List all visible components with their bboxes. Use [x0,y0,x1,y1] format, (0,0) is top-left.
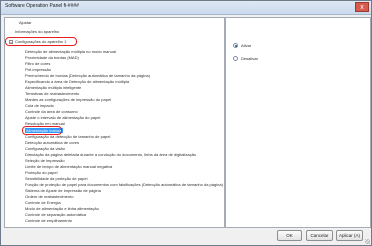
tree-item[interactable]: Controle de empilhamento [25,218,72,223]
tree-item-label: Cola de impacto [25,103,54,108]
tree-item[interactable]: Detecção de alimentação múltipla no modo… [25,49,116,54]
tree-item-label: Sistema de Ajuste de impressão de página [25,188,101,193]
tree-item-label: Ajuste o intervalo de alimentação do pap… [25,115,101,120]
tree-item[interactable]: Função de proteção de papel para documen… [25,182,223,187]
options-panel: Ativar Desativar [225,17,371,228]
tree-item-label: Limite de tempo de alimentação manual ne… [25,164,113,169]
tree-item-label: Alimentação múltipla inteligente [25,85,82,90]
tree-item[interactable]: Controle de separação automática [25,212,86,217]
tree-item[interactable]: Proximidade da bordas (MAD) [25,55,79,60]
tree-item-label: Controle de Energia [25,200,61,205]
tree-item[interactable]: Cola de impacto [25,103,54,108]
tree-item[interactable]: Tentativas de reabastecimento [25,91,79,96]
tree-item-label: Detecção automática de cores [25,140,80,145]
tree-item[interactable]: Proteção do papel [25,170,57,175]
tree-item[interactable]: Especificando a área de Detecção de alim… [25,79,129,84]
tree-item[interactable]: Modo de alimentação e linha alimentação [25,206,99,211]
tree-item[interactable]: Informações do aparelho [15,29,59,34]
tree-item-label: Proteção do papel [25,170,58,175]
tree-item-label: Informações do aparelho [15,29,60,34]
tree-item-label: Mantes as configurações de impressão do … [25,97,112,102]
tree-item-label: Filtro de cores [25,61,51,66]
tree-item-label: Seleção de impressão [25,158,65,163]
tree-item[interactable]: Controle de Energia [25,200,61,205]
tree-item-label: Detecção de alimentação múltipla no modo… [25,49,116,54]
tree-item-label: Especificando a área de Detecção de alim… [25,79,130,84]
enable-radio[interactable] [233,43,238,48]
tree-item[interactable]: Seleção de impressão [25,158,65,163]
apply-button[interactable]: Aplicar (A) [336,230,363,241]
tree-item[interactable]: Sistema de Ajuste de impressão de página [25,188,101,193]
tree-item-label: Ordem de reabastecimento [25,194,74,199]
tree-item-label: Preenchendo de bordas (Detecção automáti… [25,73,150,78]
tree-item-label: Controle de separação automática [25,212,87,217]
tree-item[interactable]: Limite de tempo de alimentação manual ne… [25,164,112,169]
window-title: Software Operation Panel fi-#### [5,3,79,9]
cancel-button[interactable]: Cancelar [306,230,333,241]
enable-label: Ativar [241,43,252,48]
tree-item[interactable]: Detecção automática de cores [25,140,79,145]
tree-item-label: Função de proteção de papel para documen… [25,182,223,187]
tree-item-label: Dimulação da página deletada durante a c… [25,152,197,157]
tree-item[interactable]: Filtro de cores [25,61,50,66]
tree-item[interactable]: Configuração da detecção de tamanho de p… [25,134,110,139]
tree-item[interactable]: Mantes as configurações de impressão do … [25,97,111,102]
tree-item-label: Pré-impressão [25,67,52,72]
tree-item-label: Sensibilidade da proteção de papel [25,176,88,181]
highlight-circle [5,37,77,46]
tree-item[interactable]: Sensibilidade da proteção de papel [25,176,88,181]
tree-item-label: Controle de empilhamento [25,218,72,223]
tree-item[interactable]: Ajustar [19,20,31,25]
tree-item-label: Proximidade da bordas (MAD) [25,55,79,60]
tree-item-label: Controle da área de consumo [25,109,78,114]
tree-item[interactable]: Ordem de reabastecimento [25,194,73,199]
tree-item[interactable]: Configuração da visão [25,146,65,151]
tree-item[interactable]: Preenchendo de bordas (Detecção automáti… [25,73,150,78]
tree-item[interactable]: Pré-impressão [25,67,51,72]
disable-label: Desativar [241,56,258,61]
tree-item-label: Modo de alimentação e linha alimentação [25,206,99,211]
tree-item-label: Tentativas de reabastecimento [25,91,80,96]
tree-item-label: Configuração da visão [25,146,65,151]
close-button[interactable]: x [355,2,369,12]
tree-item-label: Ajustar [19,20,32,25]
tree-item-label: Configuração da detecção de tamanho de p… [25,134,111,139]
disable-radio[interactable] [233,56,238,61]
title-bar: Software Operation Panel fi-#### x [1,1,371,15]
resize-grip[interactable] [365,239,370,244]
tree-item[interactable]: Controle da área de consumo [25,109,78,114]
ok-button[interactable]: OK [277,230,302,241]
tree-item[interactable]: Dimulação da página deletada durante a c… [25,152,196,157]
settings-tree[interactable]: Ajustar Informações do aparelho − Configura… [4,17,225,228]
tree-item[interactable]: Ajuste o intervalo de alimentação do pap… [25,115,100,120]
software-operation-panel-window: Software Operation Panel fi-#### x Ajust… [0,0,372,246]
tree-item[interactable]: Alimentação múltipla inteligente [25,85,81,90]
